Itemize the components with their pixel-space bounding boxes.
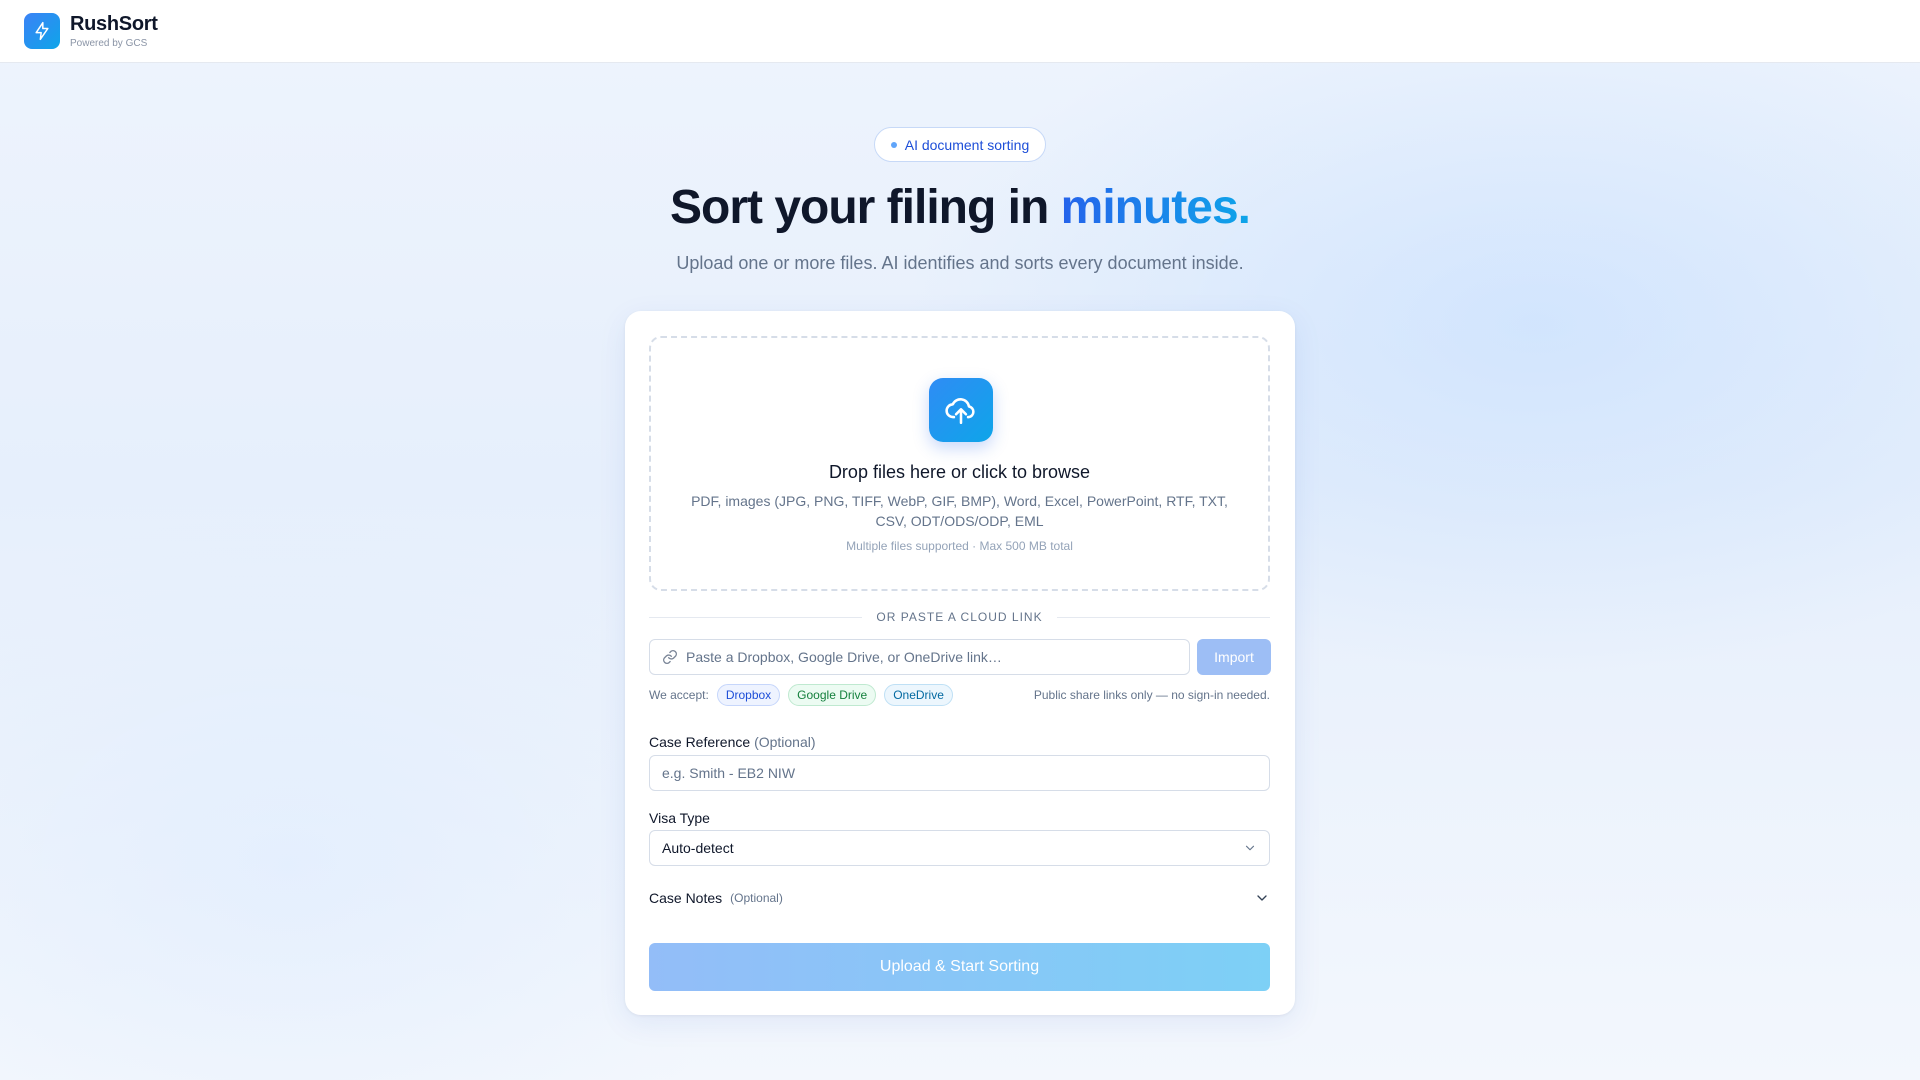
cloud-upload-icon [929, 378, 993, 442]
upload-start-sorting-button[interactable]: Upload & Start Sorting [649, 943, 1270, 991]
upload-card: Drop files here or click to browse PDF, … [625, 311, 1295, 1015]
brand[interactable]: RushSort Powered by GCS [70, 13, 158, 50]
divider-text: OR PASTE A CLOUD LINK [876, 610, 1043, 624]
case-reference-optional: (Optional) [754, 734, 816, 750]
upload-limit: Multiple files supported · Max 500 MB to… [846, 539, 1073, 553]
brand-name: RushSort [70, 12, 158, 35]
import-button[interactable]: Import [1197, 639, 1271, 675]
ai-badge: AI document sorting [874, 127, 1046, 162]
provider-chip-google-drive: Google Drive [788, 684, 877, 706]
badge-dot [890, 141, 897, 148]
case-notes-label: Case Notes [649, 890, 723, 906]
badge-label: AI document sorting [904, 136, 1030, 153]
case-reference-input[interactable] [649, 755, 1270, 791]
link-icon [662, 649, 678, 665]
file-dropzone[interactable]: Drop files here or click to browse PDF, … [649, 336, 1270, 591]
case-notes-toggle[interactable]: Case Notes (Optional) [649, 887, 1270, 909]
case-reference-label-text: Case Reference [649, 734, 751, 750]
title-accent: minutes. [1060, 181, 1251, 234]
divider-line [1056, 616, 1270, 618]
visa-type-value: Auto-detect [662, 840, 734, 856]
supported-formats: PDF, images (JPG, PNG, TIFF, WebP, GIF, … [691, 493, 1228, 529]
divider-line [649, 616, 863, 618]
brand-subtitle: Powered by GCS [70, 37, 148, 49]
provider-chip-onedrive: OneDrive [884, 684, 953, 706]
visa-type-select[interactable]: Auto-detect [649, 830, 1270, 866]
lightning-bolt-icon[interactable] [24, 13, 60, 49]
accept-label: We accept: [649, 688, 709, 702]
top-header: RushSort Powered by GCS [0, 0, 1920, 63]
cloud-link-input[interactable] [686, 649, 1176, 665]
provider-chip-dropbox: Dropbox [716, 684, 781, 706]
visa-type-label: Visa Type [649, 810, 710, 826]
public-links-note: Public share links only — no sign-in nee… [1033, 688, 1270, 702]
cloud-link-divider: OR PASTE A CLOUD LINK [649, 609, 1270, 625]
case-notes-optional: (Optional) [730, 891, 783, 905]
case-reference-label: Case Reference (Optional) [649, 734, 816, 750]
accepted-providers: We accept: Dropbox Google Drive OneDrive… [649, 684, 1270, 706]
chevron-down-icon [1243, 841, 1257, 855]
page-title: Sort your filing in minutes. [0, 178, 1920, 238]
page-subtitle: Upload one or more files. AI identifies … [676, 253, 1244, 273]
chevron-down-icon [1254, 890, 1270, 906]
dropzone-title: Drop files here or click to browse [828, 462, 1091, 482]
title-main: Sort your filing in [669, 181, 1049, 234]
cloud-link-field[interactable] [649, 639, 1190, 675]
